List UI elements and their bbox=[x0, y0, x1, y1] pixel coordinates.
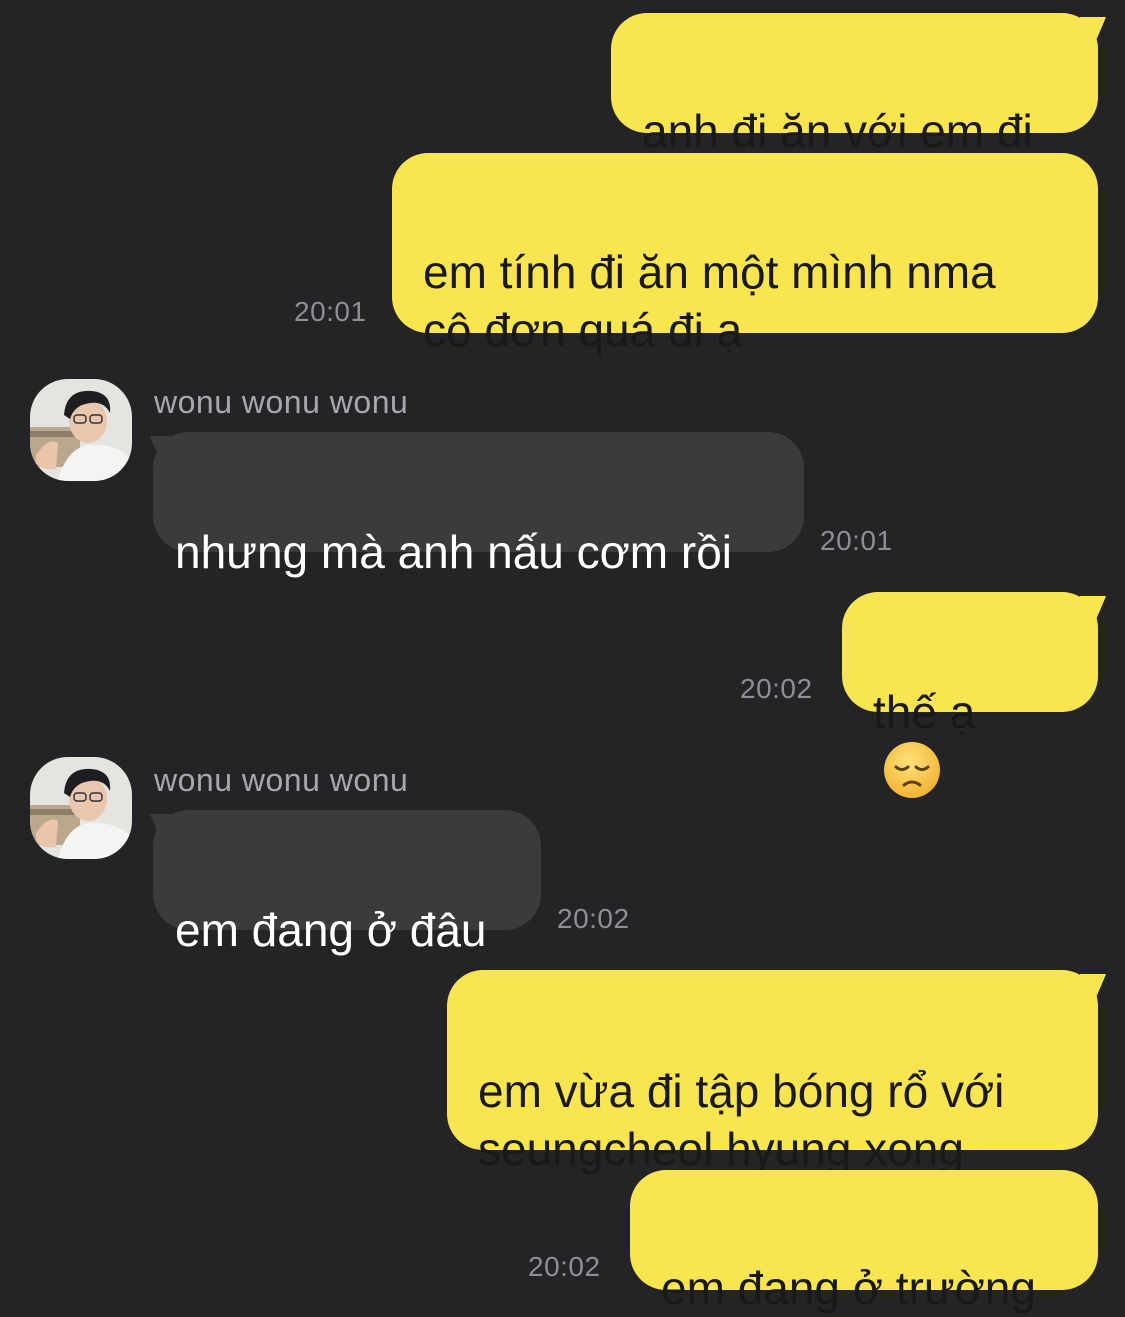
outgoing-message[interactable]: thế ạ bbox=[842, 592, 1098, 798]
profile-photo-icon bbox=[30, 379, 132, 481]
bubble-tail-icon bbox=[1080, 974, 1106, 1002]
message-text: nhưng mà anh nấu cơm rồi bbox=[175, 526, 733, 578]
message-timestamp: 20:02 bbox=[557, 903, 630, 934]
incoming-message[interactable]: em đang ở đâu bbox=[153, 810, 541, 956]
message-text: em đang ở đâu bbox=[175, 904, 487, 956]
avatar[interactable] bbox=[30, 757, 132, 859]
outgoing-message[interactable]: em vừa đi tập bóng rổ với seungcheol hyu… bbox=[447, 970, 1098, 1175]
incoming-message[interactable]: nhưng mà anh nấu cơm rồi bbox=[153, 432, 804, 578]
message-timestamp: 20:02 bbox=[740, 673, 813, 704]
message-timestamp: 20:01 bbox=[820, 525, 893, 556]
message-timestamp: 20:02 bbox=[528, 1251, 601, 1282]
disappointed-face-icon bbox=[884, 742, 940, 798]
bubble-tail-icon bbox=[1080, 596, 1106, 624]
message-text: em tính đi ăn một mình nma cô đơn quá đi… bbox=[423, 246, 996, 356]
profile-photo-icon bbox=[30, 757, 132, 859]
outgoing-message[interactable]: em tính đi ăn một mình nma cô đơn quá đi… bbox=[392, 153, 1098, 356]
chat-thread[interactable]: anh đi ăn với em đi em tính đi ăn một mì… bbox=[0, 0, 1125, 1314]
sender-name: wonu wonu wonu bbox=[154, 384, 409, 420]
message-text: em vừa đi tập bóng rổ với seungcheol hyu… bbox=[478, 1065, 1005, 1175]
message-timestamp: 20:01 bbox=[294, 296, 367, 327]
bubble-tail-icon bbox=[150, 814, 176, 842]
outgoing-message[interactable]: anh đi ăn với em đi bbox=[611, 13, 1098, 157]
outgoing-message[interactable]: em đang ở trường bbox=[630, 1170, 1098, 1314]
sender-name: wonu wonu wonu bbox=[154, 762, 409, 798]
bubble-tail-icon bbox=[150, 436, 176, 464]
avatar[interactable] bbox=[30, 379, 132, 481]
message-text: thế ạ bbox=[873, 686, 976, 738]
message-text: em đang ở trường bbox=[661, 1262, 1036, 1314]
bubble-tail-icon bbox=[1080, 17, 1106, 45]
message-text: anh đi ăn với em đi bbox=[642, 105, 1033, 157]
